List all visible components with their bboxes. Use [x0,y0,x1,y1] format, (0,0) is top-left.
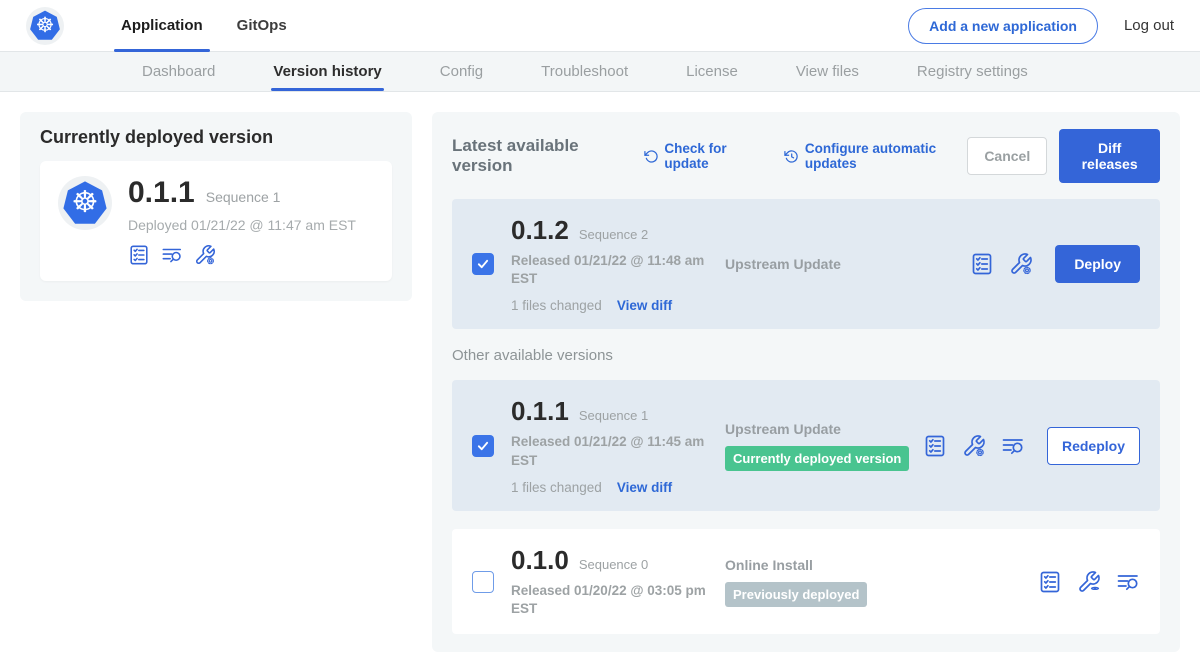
version-history-panel: Latest available version Check for updat… [432,112,1180,652]
deploy-logs-icon[interactable] [1116,570,1140,594]
deploy-button[interactable]: Deploy [1055,245,1140,283]
helm-wheel-glyph: ☸ [36,15,55,36]
edit-config-icon[interactable] [962,434,986,458]
kubernetes-logo-icon: ☸ [26,7,64,45]
configure-auto-updates-link[interactable]: Configure automatic updates [784,141,967,171]
version-checkbox[interactable] [472,571,494,593]
deployed-version-card: ☸ 0.1.1 Sequence 1 Deployed 01/21/22 @ 1… [40,161,392,281]
currently-deployed-badge: Currently deployed version [725,446,909,471]
checkmark-icon [476,439,490,453]
check-for-update-label: Check for update [664,141,760,171]
check-for-update-link[interactable]: Check for update [644,141,760,171]
currently-deployed-card: Currently deployed version ☸ 0.1.1 Seque… [20,112,412,301]
subnav-dashboard[interactable]: Dashboard [142,52,215,91]
released-timestamp: Released 01/20/22 @ 03:05 pm EST [511,582,707,618]
subnav-troubleshoot[interactable]: Troubleshoot [541,52,628,91]
view-diff-link[interactable]: View diff [617,298,672,313]
subnav-license[interactable]: License [686,52,738,91]
logout-button[interactable]: Log out [1124,17,1174,34]
released-timestamp: Released 01/21/22 @ 11:48 am EST [511,252,707,288]
deployed-version-number: 0.1.1 [128,176,195,210]
version-number: 0.1.0 [511,545,569,576]
refresh-icon [644,148,659,165]
tab-gitops[interactable]: GitOps [220,0,304,51]
preflight-checks-icon[interactable] [128,244,150,266]
subnav-view-files[interactable]: View files [796,52,859,91]
deployed-sequence-label: Sequence 1 [206,189,281,205]
sequence-label: Sequence 1 [579,408,648,423]
sequence-label: Sequence 2 [579,227,648,242]
edit-config-icon[interactable] [1009,252,1033,276]
app-logo-icon: ☸ [58,176,112,230]
tab-gitops-label: GitOps [237,17,287,34]
helm-wheel-glyph: ☸ [72,188,99,218]
deploy-logs-icon[interactable] [1001,434,1025,458]
latest-available-title: Latest available version [452,136,620,176]
cancel-button[interactable]: Cancel [967,137,1047,175]
files-changed-label: 1 files changed [511,480,602,495]
currently-deployed-title: Currently deployed version [40,127,392,148]
add-new-application-button[interactable]: Add a new application [908,8,1098,44]
version-row-0-1-0: 0.1.0 Sequence 0 Released 01/20/22 @ 03:… [452,529,1160,634]
version-row-0-1-1: 0.1.1 Sequence 1 Released 01/21/22 @ 11:… [452,380,1160,510]
previously-deployed-badge: Previously deployed [725,582,867,607]
checkmark-icon [476,257,490,271]
subnav-registry-settings[interactable]: Registry settings [917,52,1028,91]
preflight-checks-icon[interactable] [1038,570,1062,594]
files-changed-label: 1 files changed [511,298,602,313]
other-versions-title: Other available versions [452,347,1160,364]
version-number: 0.1.2 [511,215,569,246]
edit-config-icon[interactable] [194,244,216,266]
view-diff-link[interactable]: View diff [617,480,672,495]
version-number: 0.1.1 [511,396,569,427]
diff-releases-button[interactable]: Diff releases [1059,129,1160,183]
preflight-checks-icon[interactable] [970,252,994,276]
version-source-label: Upstream Update [725,256,970,272]
version-source-label: Online Install [725,557,1038,573]
deployed-timestamp: Deployed 01/21/22 @ 11:47 am EST [128,217,356,233]
version-checkbox[interactable] [472,253,494,275]
subnav-version-history[interactable]: Version history [273,52,381,91]
app-subnav: Dashboard Version history Config Trouble… [0,52,1200,92]
top-navigation-bar: ☸ Application GitOps Add a new applicati… [0,0,1200,52]
configure-auto-updates-label: Configure automatic updates [805,141,967,171]
version-checkbox[interactable] [472,435,494,457]
deploy-logs-icon[interactable] [161,244,183,266]
preflight-checks-icon[interactable] [923,434,947,458]
sequence-label: Sequence 0 [579,557,648,572]
tab-application[interactable]: Application [104,0,220,51]
redeploy-button[interactable]: Redeploy [1047,427,1140,465]
view-config-icon[interactable] [1077,570,1101,594]
version-source-label: Upstream Update [725,421,923,437]
tab-application-label: Application [121,17,203,34]
auto-update-clock-icon [784,148,799,165]
released-timestamp: Released 01/21/22 @ 11:45 am EST [511,433,707,469]
version-row-0-1-2: 0.1.2 Sequence 2 Released 01/21/22 @ 11:… [452,199,1160,329]
subnav-config[interactable]: Config [440,52,483,91]
